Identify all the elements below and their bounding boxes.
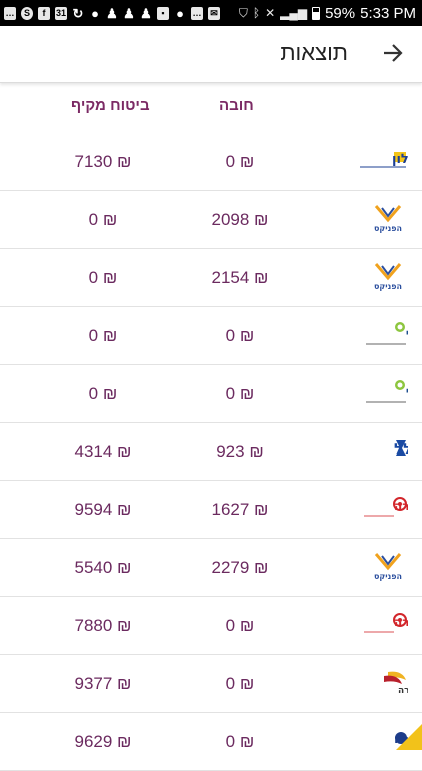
comprehensive-price: ₪ 0: [88, 326, 118, 345]
message-icon: …: [4, 6, 16, 20]
mandatory-price: ₪ 2279: [211, 558, 269, 577]
status-bar: … S f 31 ↻ ● ♟ ♟ ♟ ▪ ● … ✉ ⛉ ᛒ ✕ ▂▄▆ 59%…: [0, 0, 422, 26]
mandatory-price: ₪ 0: [225, 616, 255, 635]
person-icon: ♟: [106, 5, 118, 21]
svg-text:הכשרה: הכשרה: [394, 615, 408, 629]
app-bar: תוצאות: [0, 26, 422, 83]
bluetooth-icon: ᛒ: [252, 6, 261, 20]
mandatory-price: ₪ 2154: [211, 268, 269, 287]
mandatory-price: ₪ 0: [225, 152, 255, 171]
sync-icon: ↻: [72, 5, 84, 21]
calendar-icon: 31: [55, 6, 67, 20]
result-row[interactable]: מנורה ₪ 0 ₪ 9377: [0, 655, 422, 713]
pin-icon: ●: [91, 5, 99, 21]
image-icon: ▪: [157, 6, 169, 20]
battery-percent: 59%: [325, 4, 356, 22]
phoenix-logo-icon: הפניקס: [358, 552, 408, 583]
mandatory-price: ₪ 0: [225, 384, 255, 403]
battery-icon: [312, 6, 321, 20]
mandatory-price: ₪ 2098: [211, 210, 269, 229]
ayalon-logo-icon: איילון: [358, 147, 422, 177]
svg-text:הפניקס: הפניקס: [374, 224, 402, 233]
shield-icon: ⛉: [238, 5, 248, 20]
notification-icons: … S f 31 ↻ ● ♟ ♟ ♟ ▪ ● … ✉: [4, 5, 220, 21]
result-row[interactable]: שומרה₪ 0₪ 9629: [0, 713, 422, 771]
phoenix-logo-icon: הפניקס: [358, 262, 408, 293]
mute-icon: ✕: [265, 6, 276, 20]
pin-icon: ●: [176, 5, 184, 21]
svg-text:כלל: כלל: [394, 440, 408, 458]
comprehensive-price: ₪ 9377: [74, 674, 132, 693]
clock: 5:33 PM: [360, 4, 416, 22]
person-icon: ♟: [123, 5, 135, 21]
signal-icon: ▂▄▆: [280, 6, 308, 20]
result-row[interactable]: הכשרה ₪ 1627 ₪ 9594: [0, 481, 422, 539]
hachshara-logo-icon: הכשרה: [358, 611, 422, 641]
svg-text:הפניקס: הפניקס: [374, 282, 402, 291]
comprehensive-price: ₪ 9594: [74, 500, 132, 519]
column-header-comprehensive: ביטוח מקיף: [71, 97, 150, 114]
comprehensive-price: ₪ 4314: [74, 442, 132, 461]
comprehensive-price: ₪ 0: [88, 384, 118, 403]
comprehensive-price: ₪ 0: [88, 210, 118, 229]
mail-icon: ✉: [208, 6, 220, 20]
hachshara-logo-icon: הכשרה: [358, 495, 422, 525]
svg-text:הכשרה: הכשרה: [394, 499, 408, 513]
result-row[interactable]: איילון ₪ 0 ₪ 7130: [0, 133, 422, 191]
floating-widget-button[interactable]: [396, 724, 422, 750]
page-title: תוצאות: [280, 40, 348, 65]
phoenix-logo-icon: הפניקס: [358, 204, 408, 235]
back-button[interactable]: [378, 38, 408, 68]
mandatory-price: ₪ 0: [225, 326, 255, 345]
comprehensive-price: ₪ 9629: [74, 732, 132, 751]
mandatory-price: ₪ 1627: [211, 500, 269, 519]
result-row[interactable]: הפניקס ₪ 2154 ₪ 0: [0, 249, 422, 307]
comprehensive-price: ₪ 7880: [74, 616, 132, 635]
result-row[interactable]: הכשרה ₪ 0 ₪ 7880: [0, 597, 422, 655]
comprehensive-price: ₪ 7130: [74, 152, 132, 171]
harel-logo-icon: הראל: [358, 321, 422, 351]
svg-text:הראל: הראל: [406, 329, 408, 344]
column-header-mandatory: חובה: [219, 97, 254, 114]
arrow-right-icon: [384, 44, 403, 62]
mandatory-price: ₪ 0: [225, 674, 255, 693]
result-row[interactable]: הפניקס ₪ 2279 ₪ 5540: [0, 539, 422, 597]
svg-text:הפניקס: הפניקס: [374, 572, 402, 581]
result-row[interactable]: כלל ₪ 923 ₪ 4314: [0, 423, 422, 481]
comprehensive-price: ₪ 0: [88, 268, 118, 287]
skype-icon: S: [21, 6, 33, 20]
result-row[interactable]: הפניקס ₪ 2098 ₪ 0: [0, 191, 422, 249]
mandatory-price: ₪ 923: [216, 442, 264, 461]
svg-text:מנורה: מנורה: [398, 686, 408, 696]
clal-logo-icon: כלל: [358, 437, 421, 467]
result-row[interactable]: הראל ₪ 0 ₪ 0: [0, 365, 422, 423]
svg-text:איילון: איילון: [392, 152, 408, 167]
message-icon: …: [191, 6, 203, 20]
results-list: איילון ₪ 0 ₪ 7130 הפניקס ₪ 2098 ₪ 0 הפניקס ₪ 21…: [0, 133, 422, 771]
comprehensive-price: ₪ 5540: [74, 558, 132, 577]
mandatory-price: ₪ 0: [225, 732, 255, 751]
person-icon: ♟: [140, 5, 152, 21]
menora-logo-icon: מנורה: [358, 669, 422, 699]
facebook-icon: f: [38, 6, 50, 20]
svg-text:הראל: הראל: [406, 387, 408, 402]
result-row[interactable]: הראל ₪ 0 ₪ 0: [0, 307, 422, 365]
harel-logo-icon: הראל: [358, 379, 422, 409]
